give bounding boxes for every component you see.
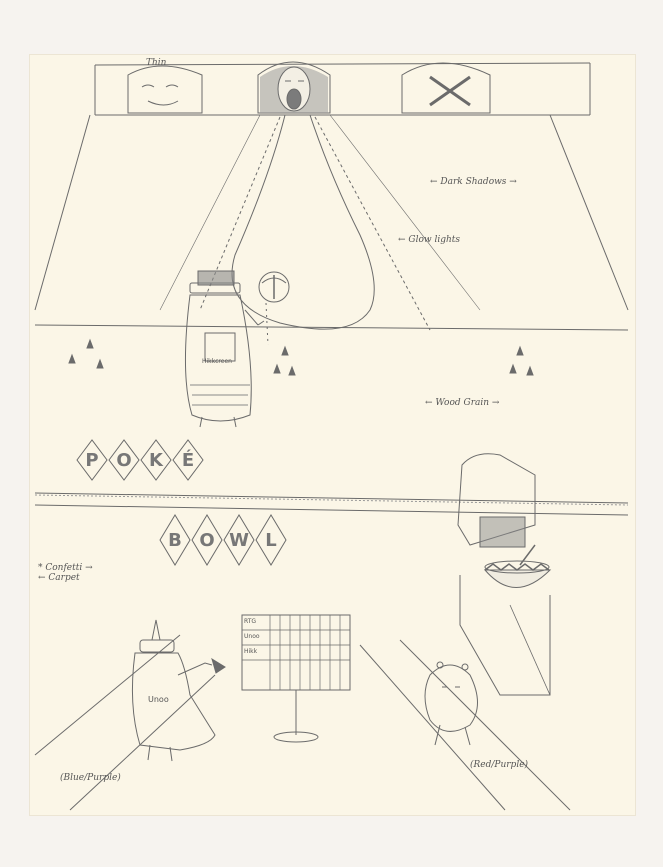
bowl-letter-3: W — [229, 530, 249, 551]
bowl-letter-2: O — [199, 530, 215, 551]
pins-right — [509, 345, 534, 376]
lower-right-floor — [359, 644, 506, 811]
scoreboard-grid — [242, 615, 350, 690]
note-carpet: * Confetti → ← Carpet — [38, 563, 93, 583]
player-remote — [211, 657, 226, 674]
poke-letter-4: É — [181, 450, 195, 471]
player-hat-tip — [151, 619, 161, 641]
player-body — [131, 652, 216, 751]
player-label: Unoo — [148, 695, 169, 704]
bag-creature — [424, 664, 478, 732]
note-right-seat: (Red/Purple) — [470, 760, 529, 770]
bowl-letter-1: B — [168, 530, 182, 551]
x-mark — [429, 75, 471, 107]
lane-edge-left — [34, 114, 91, 311]
note-left-seat: (Blue/Purple) — [60, 773, 121, 783]
left-arch — [127, 65, 203, 114]
scoreboard-row-2: Unoo — [244, 633, 260, 640]
bowl-letter-4: L — [265, 530, 277, 551]
counter-top — [34, 492, 629, 504]
lane-tongue — [231, 114, 375, 330]
counter-bottom — [34, 504, 629, 516]
note-glow-lights: ← Glow lights — [398, 235, 461, 245]
pencil-sketch — [34, 61, 629, 811]
poke-letter-3: K — [149, 450, 163, 471]
lane-edge-right — [549, 114, 629, 311]
note-wood-grain: ← Wood Grain → — [425, 398, 500, 408]
poke-letter-2: O — [116, 450, 132, 471]
bowler-label: Hikkcreen — [202, 358, 232, 365]
note-top-left: Thin — [146, 58, 167, 68]
pins-left — [68, 338, 104, 369]
return-rail — [459, 575, 551, 696]
glow-lights-line — [314, 116, 431, 331]
note-dark-shadow: ← Dark Shadows → — [430, 177, 517, 187]
left-arch-face — [141, 84, 179, 106]
scoreboard-row-1: RTG — [244, 618, 257, 625]
pins-center — [273, 345, 296, 376]
top-wall-line — [94, 62, 591, 66]
sketch-paper: P O K É B O W L Hikkcreen Unoo RTG Unoo … — [30, 55, 635, 815]
scoreboard-frame — [241, 614, 351, 691]
scoreboard-row-3: Hikk — [244, 648, 258, 655]
poke-letter-1: P — [85, 450, 99, 471]
